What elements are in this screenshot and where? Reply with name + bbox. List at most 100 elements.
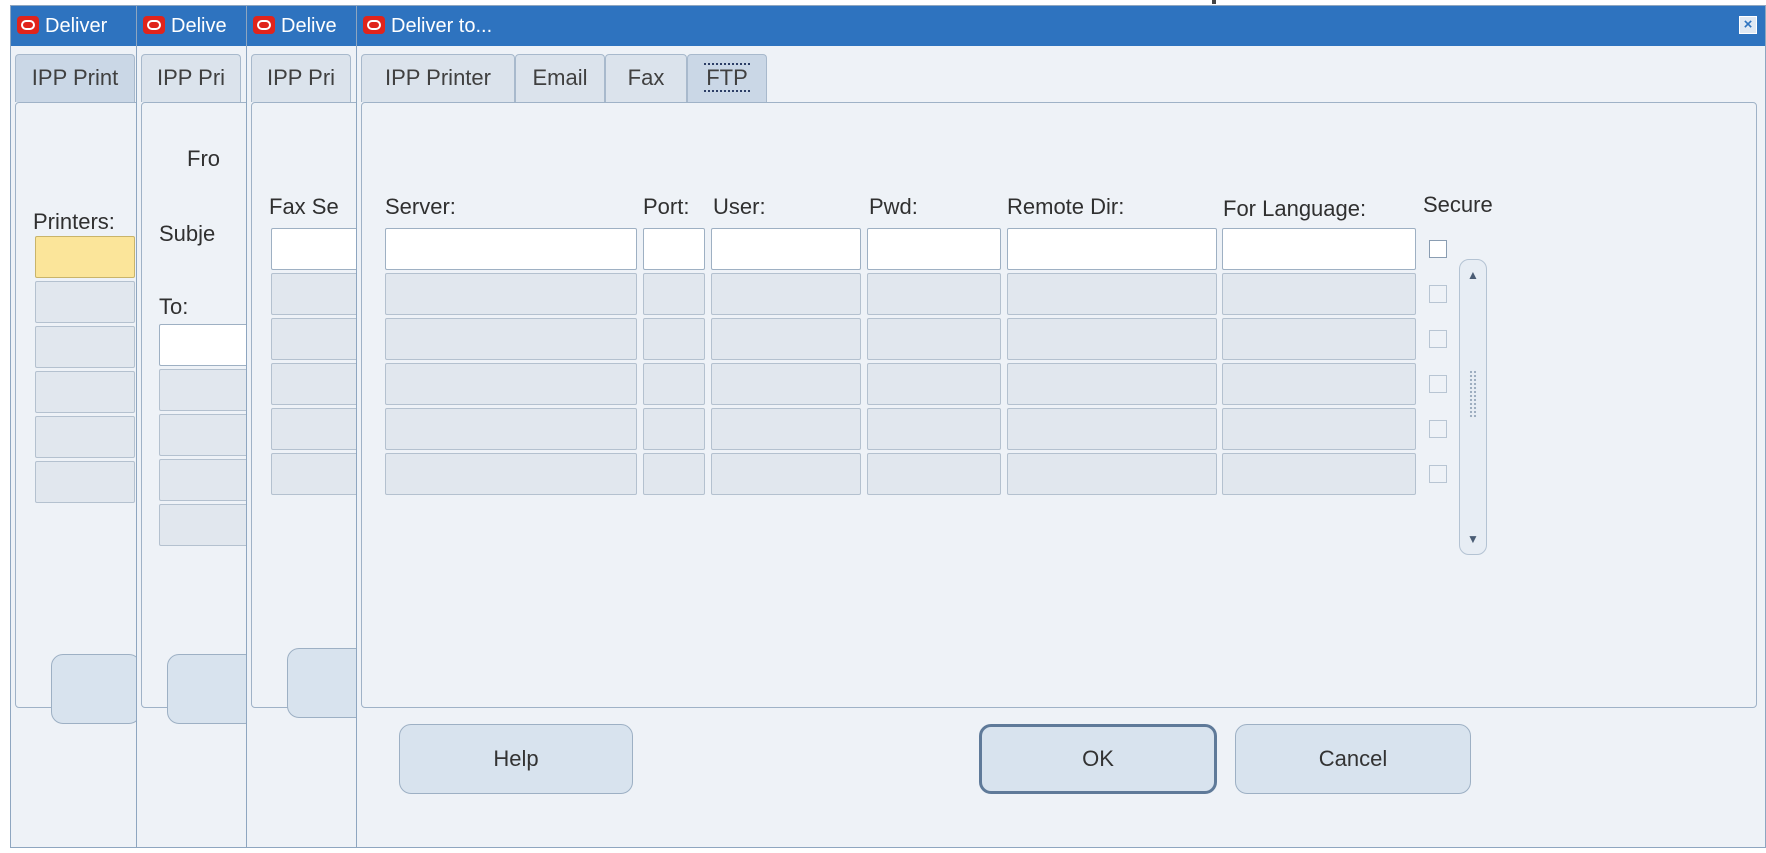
tab-email[interactable]: Email [515, 54, 605, 102]
tab-ftp[interactable]: FTP [687, 54, 767, 102]
port-field[interactable] [643, 408, 705, 450]
deliver-to-dialog: Deliver to... × IPP Printer Email Fax FT… [356, 5, 1766, 848]
for-language-field[interactable] [1222, 453, 1416, 495]
printer-row-3[interactable] [35, 326, 135, 368]
secure-checkbox[interactable] [1429, 330, 1447, 348]
secure-checkbox[interactable] [1429, 420, 1447, 438]
oracle-logo-icon [143, 16, 165, 34]
help-button[interactable]: Help [399, 724, 633, 794]
pwd-field[interactable] [867, 363, 1001, 405]
to-row-3[interactable] [159, 414, 259, 456]
user-column-header: User: [713, 194, 766, 219]
pwd-column-header: Pwd: [869, 194, 918, 219]
secure-checkbox[interactable] [1429, 465, 1447, 483]
fax-server-label: Fax Se [269, 194, 339, 219]
printer-row-4[interactable] [35, 371, 135, 413]
user-field[interactable] [711, 318, 861, 360]
for-language-field[interactable] [1222, 318, 1416, 360]
pwd-field[interactable] [867, 273, 1001, 315]
port-field[interactable] [643, 363, 705, 405]
subject-label: Subje [159, 221, 216, 246]
tab-ipp-printer[interactable]: IPP Pri [251, 54, 351, 102]
pwd-field[interactable] [867, 318, 1001, 360]
tab-label: Email [532, 65, 588, 90]
tab-label: Fax [627, 65, 665, 90]
secure-checkbox[interactable] [1429, 285, 1447, 303]
remote-dir-field[interactable] [1007, 228, 1217, 270]
oracle-logo-icon [253, 16, 275, 34]
port-field[interactable] [643, 273, 705, 315]
ok-button[interactable]: OK [979, 724, 1217, 794]
for-language-column-header: For Language: [1223, 196, 1367, 221]
server-field[interactable] [385, 228, 637, 270]
for-language-field[interactable] [1222, 228, 1416, 270]
window-title: Delive [281, 15, 337, 37]
remote-dir-field[interactable] [1007, 453, 1217, 495]
for-language-field[interactable] [1222, 273, 1416, 315]
secure-checkbox[interactable] [1429, 240, 1447, 258]
port-field[interactable] [643, 318, 705, 360]
to-row-2[interactable] [159, 369, 259, 411]
tab-label: IPP Pri [266, 65, 336, 90]
server-column-header: Server: [385, 194, 456, 219]
for-language-field[interactable] [1222, 363, 1416, 405]
close-icon[interactable]: × [1739, 16, 1757, 34]
to-row-4[interactable] [159, 459, 259, 501]
tab-label: IPP Pri [156, 65, 226, 90]
from-label: Fro [187, 146, 220, 171]
window-title: Delive [171, 15, 227, 37]
tab-ipp-printer[interactable]: IPP Printer [361, 54, 515, 102]
user-field[interactable] [711, 228, 861, 270]
for-language-field[interactable] [1222, 408, 1416, 450]
remote-dir-field[interactable] [1007, 273, 1217, 315]
secure-checkbox[interactable] [1429, 375, 1447, 393]
scroll-up-arrow-icon[interactable]: ▲ [1464, 266, 1482, 284]
window-button[interactable] [51, 654, 141, 724]
scroll-grip[interactable] [1469, 370, 1477, 418]
tab-label: IPP Printer [385, 65, 491, 90]
dialog-title: Deliver to... [391, 15, 493, 37]
scroll-down-arrow-icon[interactable]: ▼ [1464, 530, 1482, 548]
server-field[interactable] [385, 363, 637, 405]
port-column-header: Port: [643, 194, 690, 219]
ftp-tab-panel [361, 102, 1757, 708]
tab-ipp-printer[interactable]: IPP Print [15, 54, 135, 102]
window-title: Deliver [45, 15, 108, 37]
remote-dir-field[interactable] [1007, 318, 1217, 360]
printer-row-6[interactable] [35, 461, 135, 503]
pwd-field[interactable] [867, 408, 1001, 450]
server-field[interactable] [385, 408, 637, 450]
remote-dir-field[interactable] [1007, 363, 1217, 405]
to-row-1[interactable] [159, 324, 259, 366]
server-field[interactable] [385, 273, 637, 315]
pwd-field[interactable] [867, 453, 1001, 495]
oracle-logo-icon [363, 16, 385, 34]
cancel-button[interactable]: Cancel [1235, 724, 1471, 794]
to-label: To: [159, 294, 189, 319]
secure-column-header: Secure [1423, 192, 1493, 217]
user-field[interactable] [711, 273, 861, 315]
remote-dir-field[interactable] [1007, 408, 1217, 450]
to-row-5[interactable] [159, 504, 259, 546]
oracle-logo-icon [17, 16, 39, 34]
server-field[interactable] [385, 318, 637, 360]
printer-row-2[interactable] [35, 281, 135, 323]
screen-dot [1212, 0, 1216, 4]
user-field[interactable] [711, 408, 861, 450]
printer-row-1[interactable] [35, 236, 135, 278]
window-button[interactable] [167, 654, 257, 724]
pwd-field[interactable] [867, 228, 1001, 270]
vertical-scrollbar[interactable]: ▲ ▼ [1459, 259, 1487, 555]
port-field[interactable] [643, 228, 705, 270]
tab-label: IPP Print [31, 65, 119, 90]
port-field[interactable] [643, 453, 705, 495]
tab-ipp-printer[interactable]: IPP Pri [141, 54, 241, 102]
user-field[interactable] [711, 453, 861, 495]
titlebar[interactable]: Deliver to... × [357, 6, 1765, 46]
printer-row-5[interactable] [35, 416, 135, 458]
server-field[interactable] [385, 453, 637, 495]
tab-fax[interactable]: Fax [605, 54, 687, 102]
printers-label: Printers: [33, 209, 115, 234]
user-field[interactable] [711, 363, 861, 405]
tab-label: FTP [704, 63, 750, 92]
